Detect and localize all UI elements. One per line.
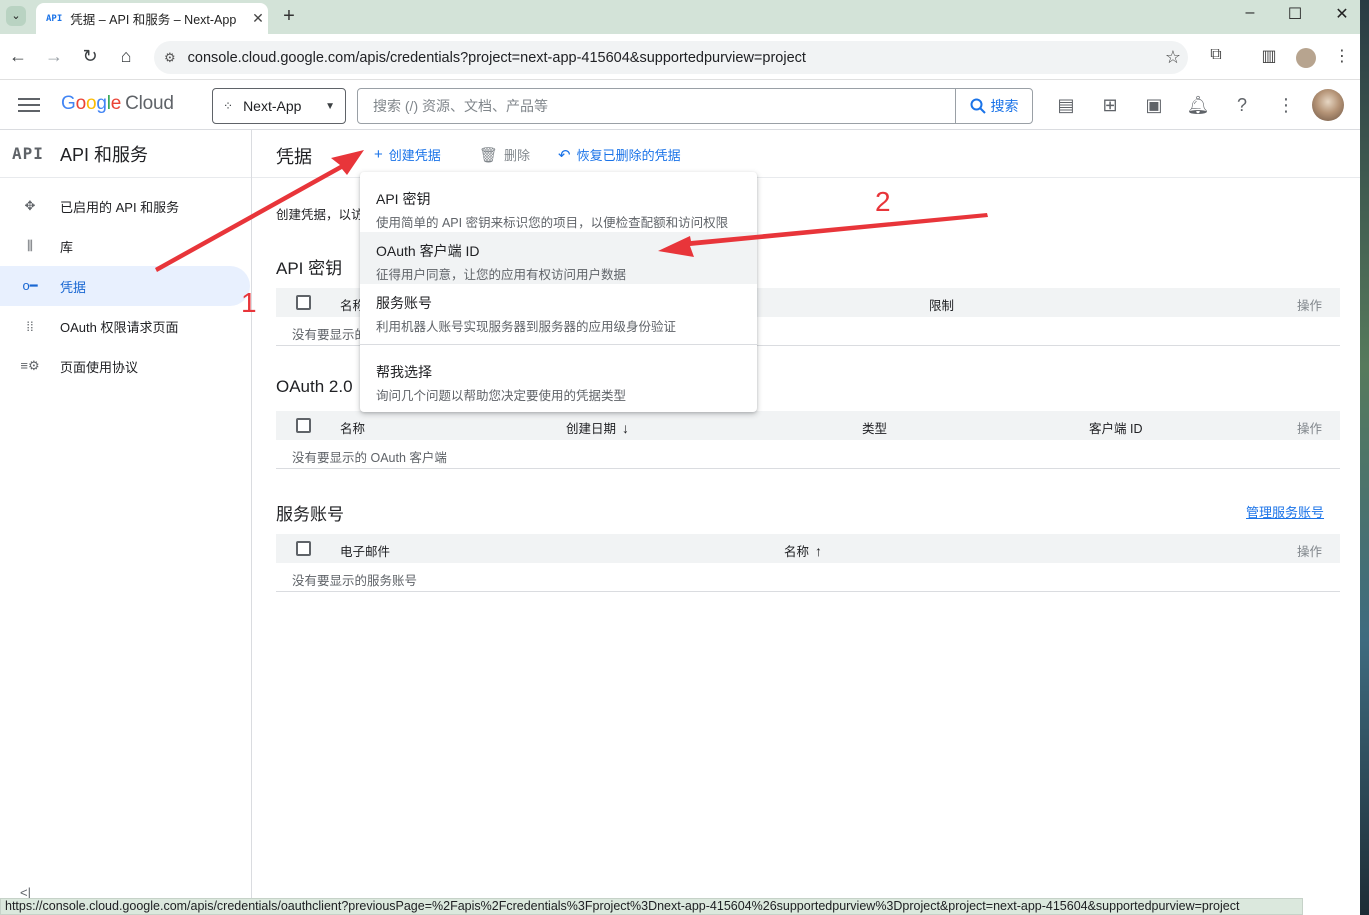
sidebar-item-page-usage[interactable]: ≡⚙ 页面使用协议 bbox=[0, 346, 251, 386]
chevron-down-icon: ▼ bbox=[325, 100, 335, 112]
tab-close-icon[interactable]: ✕ bbox=[248, 10, 268, 27]
page-title: 凭据 bbox=[276, 147, 312, 167]
link-status-bar: https://console.cloud.google.com/apis/cr… bbox=[0, 898, 1303, 915]
back-icon[interactable]: ← bbox=[6, 46, 30, 67]
menu-item-help-me-choose[interactable]: 帮我选择 询问几个问题以帮助您决定要使用的凭据类型 bbox=[360, 353, 757, 405]
search-icon bbox=[970, 98, 986, 114]
notifications-bell-icon[interactable]: 🔔︎ bbox=[1186, 93, 1210, 117]
tab-search-button[interactable]: ⌄ bbox=[6, 6, 26, 26]
address-bar: ← → ↻ ⌂ ⚙ console.cloud.google.com/apis/… bbox=[0, 34, 1369, 80]
extensions-icon[interactable]: ⧉ bbox=[1203, 46, 1229, 64]
project-selector[interactable]: ⁘ Next-App ▼ bbox=[212, 88, 346, 124]
api-keys-title: API 密钥 bbox=[276, 259, 343, 278]
api-icon: API bbox=[12, 144, 44, 163]
desktop-edge bbox=[1360, 0, 1369, 915]
service-accounts-empty-row: 没有要显示的服务账号 bbox=[276, 562, 1340, 592]
annotation-label-2: 2 bbox=[875, 186, 891, 217]
page-toolbar: 凭据 + 创建凭据 🗑︎ 删除 ↶ 恢复已删除的凭据 bbox=[252, 130, 1369, 178]
create-credentials-menu: API 密钥 使用简单的 API 密钥来标识您的项目，以便检查配额和访问权限 O… bbox=[360, 172, 757, 412]
undo-icon: ↶ bbox=[558, 146, 571, 164]
restore-deleted-button[interactable]: ↶ 恢复已删除的凭据 bbox=[558, 145, 681, 164]
side-panel-icon[interactable]: ▥ bbox=[1256, 46, 1282, 66]
project-icon: ⁘ bbox=[223, 99, 234, 113]
oauth-table-header: 名称 创建日期 ↓ 类型 客户端 ID 操作 bbox=[276, 411, 1340, 440]
google-cloud-logo[interactable]: Google Cloud bbox=[61, 93, 174, 115]
arrow-down-icon: ↓ bbox=[622, 420, 630, 436]
user-avatar[interactable] bbox=[1312, 89, 1344, 121]
browser-tab[interactable]: API 凭据 – API 和服务 – Next-App ✕ bbox=[36, 3, 268, 34]
console-header: Google Cloud ⁘ Next-App ▼ 搜索 (/) 资源、文档、产品… bbox=[0, 80, 1369, 130]
left-navigation: API API 和服务 ✥ 已启用的 API 和服务 ⫼ 库 o━ 凭据 ⁞⁞ … bbox=[0, 130, 252, 915]
site-info-icon[interactable]: ⚙ bbox=[164, 50, 176, 66]
sidebar-item-library[interactable]: ⫼ 库 bbox=[0, 226, 251, 266]
bookmark-star-icon[interactable]: ☆ bbox=[1158, 47, 1188, 68]
select-all-checkbox[interactable] bbox=[296, 418, 311, 433]
service-accounts-table-header: 电子邮件 名称 ↑ 操作 bbox=[276, 534, 1340, 563]
browser-tab-bar: ⌄ API 凭据 – API 和服务 – Next-App ✕ + – ☐ ✕ bbox=[0, 0, 1369, 34]
browser-profile-avatar[interactable] bbox=[1296, 48, 1316, 68]
settings-list-icon: ≡⚙ bbox=[20, 358, 40, 373]
hamburger-menu-icon[interactable] bbox=[18, 94, 40, 116]
oauth-empty-row: 没有要显示的 OAuth 客户端 bbox=[276, 439, 1340, 469]
help-icon[interactable]: ? bbox=[1230, 93, 1254, 117]
diamond-dots-icon: ✥ bbox=[24, 198, 36, 213]
menu-item-oauth-client-id[interactable]: OAuth 客户端 ID 征得用户同意，让您的应用有权访问用户数据 bbox=[360, 232, 757, 284]
trash-icon: 🗑︎ bbox=[479, 146, 499, 164]
close-window-icon[interactable]: ✕ bbox=[1327, 4, 1357, 24]
gift-icon[interactable]: ⊞ bbox=[1098, 93, 1122, 117]
maximize-icon[interactable]: ☐ bbox=[1280, 4, 1310, 24]
sidebar-item-enabled-apis[interactable]: ✥ 已启用的 API 和服务 bbox=[0, 186, 251, 226]
reload-icon[interactable]: ↻ bbox=[78, 46, 102, 67]
menu-item-api-key[interactable]: API 密钥 使用简单的 API 密钥来标识您的项目，以便检查配额和访问权限 bbox=[360, 180, 757, 232]
cloud-shell-icon[interactable]: ▣ bbox=[1142, 93, 1166, 117]
url-field[interactable]: ⚙ console.cloud.google.com/apis/credenti… bbox=[154, 41, 1188, 74]
tab-title: 凭据 – API 和服务 – Next-App bbox=[70, 13, 237, 27]
more-options-icon[interactable]: ⋮ bbox=[1274, 93, 1298, 117]
minimize-icon[interactable]: – bbox=[1235, 4, 1265, 22]
menu-item-service-account[interactable]: 服务账号 利用机器人账号实现服务器到服务器的应用级身份验证 bbox=[360, 284, 757, 336]
delete-button[interactable]: 🗑︎ 删除 bbox=[479, 145, 530, 164]
plus-icon: + bbox=[374, 146, 383, 163]
library-icon: ⫼ bbox=[27, 238, 33, 253]
nav-header: API API 和服务 bbox=[0, 130, 251, 178]
select-all-checkbox[interactable] bbox=[296, 295, 311, 310]
api-favicon-icon: API bbox=[46, 13, 63, 24]
intro-text: 创建凭据，以访 bbox=[276, 208, 364, 222]
oauth-title: OAuth 2.0 bbox=[276, 377, 353, 396]
search-input[interactable]: 搜索 (/) 资源、文档、产品等 bbox=[358, 96, 955, 116]
notes-icon[interactable]: ▤ bbox=[1054, 93, 1078, 117]
service-accounts-title: 服务账号 bbox=[276, 505, 344, 524]
forward-icon[interactable]: → bbox=[42, 46, 66, 67]
search-bar[interactable]: 搜索 (/) 资源、文档、产品等 搜索 bbox=[357, 88, 1033, 124]
home-icon[interactable]: ⌂ bbox=[114, 46, 138, 67]
key-icon: o━ bbox=[22, 278, 38, 293]
project-name: Next-App bbox=[243, 98, 302, 114]
nav-header-title: API 和服务 bbox=[60, 144, 149, 165]
browser-menu-icon[interactable]: ⋮ bbox=[1329, 46, 1355, 66]
arrow-up-icon: ↑ bbox=[815, 543, 823, 559]
sort-name[interactable]: 名称 ↑ bbox=[784, 541, 822, 560]
select-all-checkbox[interactable] bbox=[296, 541, 311, 556]
sidebar-item-credentials[interactable]: o━ 凭据 bbox=[0, 266, 250, 306]
url-text: console.cloud.google.com/apis/credential… bbox=[187, 49, 806, 66]
sort-created-date[interactable]: 创建日期 ↓ bbox=[566, 418, 629, 437]
new-tab-icon[interactable]: + bbox=[278, 5, 300, 27]
create-credentials-button[interactable]: + 创建凭据 bbox=[374, 145, 441, 164]
annotation-label-1: 1 bbox=[241, 287, 257, 318]
sidebar-item-oauth-consent[interactable]: ⁞⁞ OAuth 权限请求页面 bbox=[0, 306, 251, 346]
menu-divider bbox=[360, 344, 757, 345]
manage-service-accounts-link[interactable]: 管理服务账号 bbox=[1246, 502, 1324, 521]
search-button[interactable]: 搜索 bbox=[955, 89, 1032, 123]
dots-grid-icon: ⁞⁞ bbox=[26, 318, 34, 334]
